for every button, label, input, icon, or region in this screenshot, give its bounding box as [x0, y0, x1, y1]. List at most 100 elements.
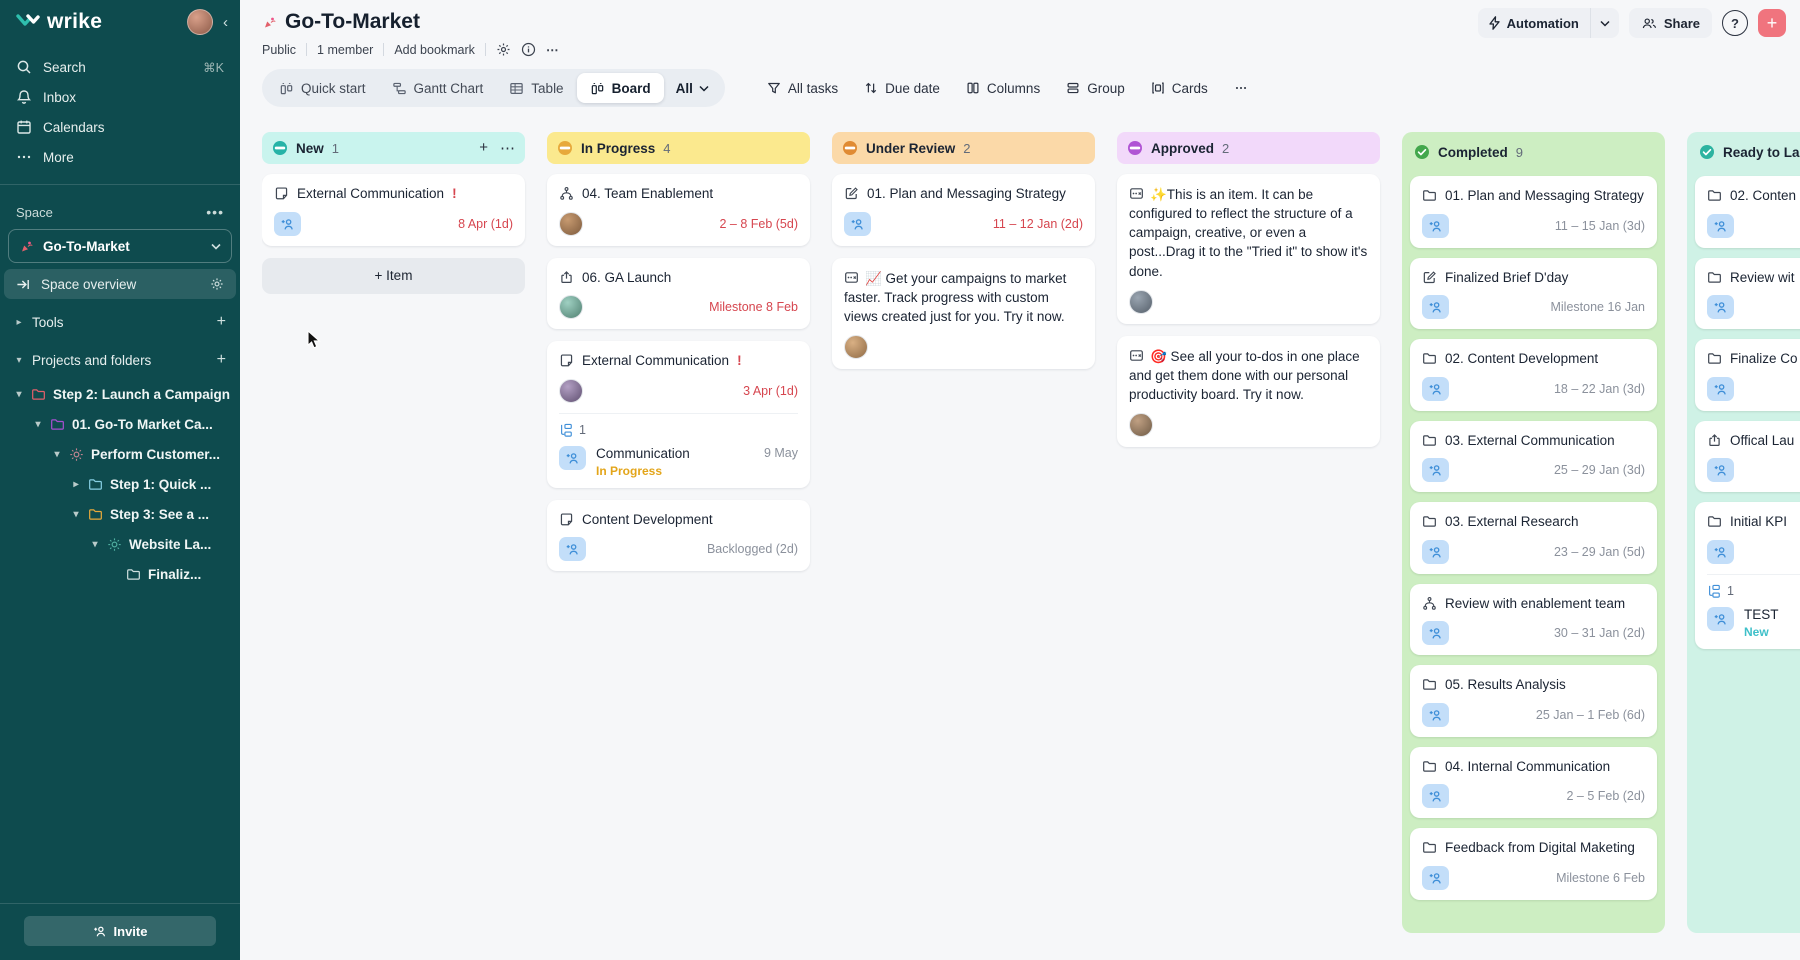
assign-user-button[interactable]	[1707, 376, 1734, 401]
create-new-button[interactable]: +	[1758, 9, 1786, 37]
add-card-icon[interactable]: +	[479, 139, 488, 157]
assign-user-button[interactable]	[1422, 865, 1449, 890]
board-card[interactable]: External Communication ! 8 Apr (1d)	[262, 174, 525, 246]
members-link[interactable]: 1 member	[317, 43, 373, 57]
view-scope-dropdown[interactable]: All	[664, 81, 721, 96]
sidebar-item-tools[interactable]: ▸ Tools +	[0, 307, 240, 337]
subtask-item[interactable]: TEST New	[1707, 606, 1800, 639]
add-bookmark-link[interactable]: Add bookmark	[394, 43, 475, 57]
assignee-avatar[interactable]	[844, 335, 868, 360]
board-card[interactable]: ✨This is an item. It can be configured t…	[1117, 174, 1380, 324]
gear-icon[interactable]	[210, 277, 224, 291]
chevron-down-icon[interactable]: ▾	[90, 539, 100, 550]
tab-gantt-chart[interactable]: Gantt Chart	[379, 73, 497, 103]
tree-item[interactable]: ▾ Step 3: See a ...	[0, 499, 240, 529]
sidebar-item-projects-folders[interactable]: ▾ Projects and folders +	[0, 345, 240, 375]
add-tool-icon[interactable]: +	[217, 313, 226, 331]
add-project-icon[interactable]: +	[217, 351, 226, 369]
assignee-avatar[interactable]	[1129, 413, 1153, 438]
filter-columns[interactable]: Columns	[966, 81, 1040, 96]
assign-user-button[interactable]	[1707, 213, 1734, 238]
help-button[interactable]: ?	[1722, 10, 1748, 36]
assign-user-button[interactable]	[1707, 539, 1734, 564]
chevron-right-icon[interactable]: ▸	[71, 479, 81, 490]
column-header[interactable]: In Progress 4	[547, 132, 810, 164]
chevron-down-icon[interactable]: ▾	[52, 449, 62, 460]
filter-due-date[interactable]: Due date	[864, 81, 940, 96]
more-options-icon[interactable]: ⋯	[546, 42, 561, 57]
column-header[interactable]: Under Review 2	[832, 132, 1095, 164]
board-card[interactable]: External Communication ! 3 Apr (1d) 1 Co…	[547, 341, 810, 488]
board-card[interactable]: 01. Plan and Messaging Strategy 11 – 12 …	[832, 174, 1095, 246]
chevron-down-icon[interactable]: ▾	[33, 419, 43, 430]
sidebar-item-more[interactable]: More	[0, 142, 240, 172]
board-card[interactable]: 04. Internal Communication 2 – 5 Feb (2d…	[1410, 746, 1657, 819]
tree-item[interactable]: ▾ Step 2: Launch a Campaign	[0, 379, 240, 409]
info-icon[interactable]	[521, 42, 536, 57]
board-card[interactable]: 05. Results Analysis 25 Jan – 1 Feb (6d)	[1410, 665, 1657, 737]
tree-item[interactable]: ▾ 01. Go-To Market Ca...	[0, 409, 240, 439]
filter-cards[interactable]: Cards	[1151, 81, 1208, 96]
column-header[interactable]: Approved 2	[1117, 132, 1380, 164]
assign-user-button[interactable]	[844, 211, 871, 236]
chevron-down-icon[interactable]: ▾	[71, 509, 81, 520]
filter-all-tasks[interactable]: All tasks	[767, 81, 838, 96]
tree-item[interactable]: ▾ Website La...	[0, 529, 240, 559]
column-menu-icon[interactable]: ⋯	[500, 139, 515, 157]
add-item-button[interactable]: + Item	[262, 257, 525, 294]
tab-quick-start[interactable]: Quick start	[266, 73, 379, 103]
assign-user-button[interactable]	[1422, 784, 1449, 809]
assign-user-button[interactable]	[1422, 458, 1449, 483]
board-card[interactable]: Finalized Brief D'day Milestone 16 Jan	[1410, 257, 1657, 330]
tree-item[interactable]: ▾ Perform Customer...	[0, 439, 240, 469]
share-button[interactable]: Share	[1628, 8, 1712, 38]
subtask-item[interactable]: Communication 9 May In Progress	[559, 445, 798, 478]
board-card[interactable]: 02. Content Development 18 – 22 Jan (3d)	[1410, 339, 1657, 411]
assign-user-button[interactable]	[1422, 539, 1449, 564]
filter-group[interactable]: Group	[1066, 81, 1125, 96]
board-card[interactable]: 04. Team Enablement 2 – 8 Feb (5d)	[547, 174, 810, 246]
collapse-sidebar-icon[interactable]: ‹	[223, 14, 228, 31]
assign-user-button[interactable]	[559, 445, 586, 470]
assign-user-button[interactable]	[1707, 295, 1734, 320]
wrike-logo[interactable]: wrike	[16, 10, 187, 34]
assign-user-button[interactable]	[1422, 295, 1449, 320]
automation-dropdown-icon[interactable]	[1589, 8, 1619, 38]
invite-button[interactable]: Invite	[24, 916, 216, 946]
column-header[interactable]: New 1 + ⋯	[262, 132, 525, 164]
assign-user-button[interactable]	[1707, 458, 1734, 483]
space-selector[interactable]: Go-To-Market	[8, 229, 232, 263]
space-options-icon[interactable]: •••	[206, 204, 224, 220]
assignee-avatar[interactable]	[1129, 289, 1153, 314]
tab-board[interactable]: Board	[576, 73, 664, 103]
assign-user-button[interactable]	[559, 537, 586, 562]
assignee-avatar[interactable]	[559, 295, 583, 320]
assignee-avatar[interactable]	[559, 378, 583, 403]
tree-item[interactable]: ▸ Step 1: Quick ...	[0, 469, 240, 499]
board-card[interactable]: 01. Plan and Messaging Strategy 11 – 15 …	[1410, 176, 1657, 248]
settings-gear-icon[interactable]	[496, 42, 511, 57]
automation-button[interactable]: Automation	[1478, 8, 1590, 38]
sidebar-item-calendars[interactable]: Calendars	[0, 112, 240, 142]
column-header[interactable]: Completed 9	[1410, 132, 1657, 172]
board-card[interactable]: 03. External Research 23 – 29 Jan (5d)	[1410, 502, 1657, 574]
column-header[interactable]: Ready to La	[1695, 132, 1800, 172]
board-card[interactable]: 03. External Communication 25 – 29 Jan (…	[1410, 420, 1657, 493]
assignee-avatar[interactable]	[559, 211, 583, 236]
board-card[interactable]: 02. Conten	[1695, 176, 1800, 248]
assign-user-button[interactable]	[1422, 376, 1449, 401]
board-card[interactable]: 📈 Get your campaigns to market faster. T…	[832, 257, 1095, 370]
board-card[interactable]: Offical Lau	[1695, 420, 1800, 493]
filter-more[interactable]	[1234, 81, 1248, 95]
tree-item[interactable]: Finaliz...	[0, 559, 240, 589]
board-card[interactable]: Finalize Co	[1695, 339, 1800, 411]
assign-user-button[interactable]	[274, 211, 301, 236]
sidebar-item-space-overview[interactable]: Space overview	[4, 269, 236, 299]
assign-user-button[interactable]	[1422, 621, 1449, 646]
board-card[interactable]: Review with enablement team 30 – 31 Jan …	[1410, 583, 1657, 656]
sidebar-item-search[interactable]: Search ⌘K	[0, 52, 240, 82]
board-card[interactable]: Review wit	[1695, 257, 1800, 330]
assign-user-button[interactable]	[1422, 213, 1449, 238]
board-card[interactable]: Content Development Backlogged (2d)	[547, 499, 810, 572]
board-card[interactable]: 🎯 See all your to-dos in one place and g…	[1117, 335, 1380, 448]
